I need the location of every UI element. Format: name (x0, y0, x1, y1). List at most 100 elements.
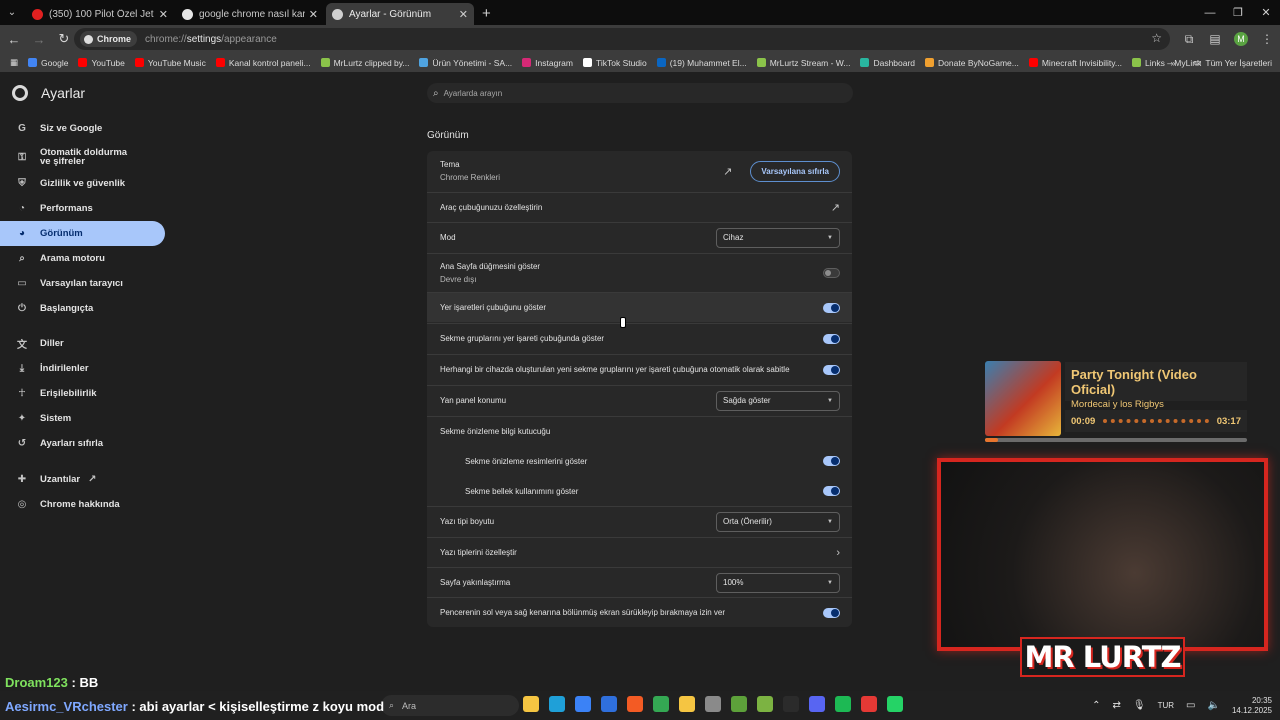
settings-icon[interactable] (705, 696, 721, 712)
sidebar-item-reset[interactable]: ↺ Ayarları sıfırla (0, 431, 165, 456)
minecraft-launcher-icon[interactable] (757, 696, 773, 712)
sidebar-item-you-and-google[interactable]: G Siz ve Google (0, 116, 165, 141)
address-bar[interactable]: Chrome chrome://settings/appearance ☆ (74, 28, 1170, 50)
bookmarks-bar-toggle[interactable] (823, 302, 840, 313)
open-external-icon[interactable]: ↗ (723, 165, 732, 178)
chevron-right-icon[interactable]: » (1171, 58, 1176, 68)
site-info-chip[interactable]: Chrome (80, 31, 138, 47)
sidebar-item-autofill[interactable]: ⚿ Otomatik doldurma ve şifreler (0, 144, 165, 170)
theme-row[interactable]: Tema Chrome Renkleri ↗ Varsayılana sıfır… (427, 151, 852, 191)
file-explorer-icon[interactable] (523, 696, 539, 712)
mail-icon[interactable] (601, 696, 617, 712)
bookmark-item[interactable]: MrLurtz Stream - W... (756, 58, 850, 68)
tab-groups-bookmarks-row[interactable]: Sekme gruplarını yer işareti çubuğunda g… (427, 323, 852, 353)
sidebar-item-on-startup[interactable]: ⏻ Başlangıçta (0, 296, 165, 321)
chevron-up-icon[interactable]: ⌃ (1092, 700, 1100, 711)
sidebar-item-privacy[interactable]: ⛨ Gizlilik ve güvenlik (0, 171, 165, 196)
apps-grid-icon[interactable]: ▦ (10, 57, 18, 68)
youtube-icon[interactable] (861, 696, 877, 712)
language-indicator[interactable]: TUR (1158, 701, 1174, 710)
close-tab-icon[interactable]: ✕ (159, 8, 168, 21)
store-icon[interactable] (575, 696, 591, 712)
tab-preview-images-row[interactable]: Sekme önizleme resimlerini göster (427, 446, 852, 476)
capcut-icon[interactable] (783, 696, 799, 712)
bookmark-star-icon[interactable]: ☆ (1151, 31, 1162, 45)
extensions-icon[interactable]: ⧉ (1176, 32, 1202, 47)
edge-icon[interactable] (549, 696, 565, 712)
tab-memory-row[interactable]: Sekme bellek kullanımını göster (427, 476, 852, 506)
taskbar-search-input[interactable]: ⌕ Ara (381, 695, 519, 716)
minimize-icon[interactable]: — (1196, 7, 1224, 19)
sidebar-item-about[interactable]: ◎ Chrome hakkında (0, 492, 165, 517)
bookmark-item[interactable]: TikTok Studio (582, 58, 647, 68)
auto-pin-toggle[interactable] (823, 364, 840, 375)
brave-icon[interactable] (627, 696, 643, 712)
bookmark-item[interactable]: Ürün Yönetimi - SA... (419, 58, 512, 68)
side-panel-select[interactable]: Sağda göster ▼ (716, 390, 840, 411)
bookmark-item[interactable]: MrLurtz clipped by... (320, 58, 409, 68)
menu-kebab-icon[interactable]: ⋮ (1254, 32, 1280, 46)
close-tab-icon[interactable]: ✕ (309, 8, 318, 21)
bookmark-item[interactable]: Minecraft Invisibility... (1028, 58, 1122, 68)
sidebar-item-extensions[interactable]: ✚ Uzantılar ↗ (0, 467, 165, 492)
all-bookmarks[interactable]: » ▭ Tüm Yer İşaretleri (1171, 57, 1272, 68)
open-external-icon[interactable]: ↗ (831, 201, 840, 214)
browser-tab[interactable]: (350) 100 Pilot Özel Jet İçin Mü ✕ (26, 3, 174, 25)
sidebar-item-system[interactable]: ✦ Sistem (0, 406, 165, 431)
customize-fonts-row[interactable]: Yazı tiplerini özelleştir › (427, 537, 852, 567)
volume-icon[interactable]: 🔈 (1208, 700, 1220, 711)
bookmark-item[interactable]: YouTube Music (134, 58, 206, 68)
avatar[interactable]: M (1234, 32, 1248, 46)
bookmarks-bar-row[interactable]: Yer işaretleri çubuğunu göster (427, 292, 852, 322)
tab-search-chevron-icon[interactable]: ⌄ (0, 0, 24, 25)
browser-tab-active[interactable]: Ayarlar - Görünüm ✕ (326, 3, 474, 25)
folder-icon[interactable] (679, 696, 695, 712)
bookmark-item[interactable]: YouTube (78, 58, 125, 68)
bookmark-item[interactable]: Donate ByNoGame... (925, 58, 1019, 68)
reset-theme-button[interactable]: Varsayılana sıfırla (750, 160, 840, 182)
sidebar-item-downloads[interactable]: ⤓ İndirilenler (0, 356, 165, 381)
font-size-select[interactable]: Orta (Önerilir) ▼ (716, 511, 840, 532)
bookmark-item[interactable]: (19) Muhammet El... (656, 58, 747, 68)
sidebar-item-search-engine[interactable]: ⌕ Arama motoru (0, 246, 165, 271)
minecraft-icon[interactable] (731, 696, 747, 712)
close-window-icon[interactable]: ✕ (1252, 6, 1280, 19)
back-icon[interactable]: ← (3, 32, 25, 47)
settings-search-input[interactable]: ⌕ Ayarlarda arayın (427, 83, 853, 103)
reload-icon[interactable]: ↻ (53, 31, 75, 47)
sidebar-item-appearance[interactable]: ◕ Görünüm (0, 221, 165, 246)
sync-icon[interactable]: ⇄ (1113, 700, 1121, 711)
network-icon[interactable]: ▭ (1186, 700, 1195, 711)
bookmark-item[interactable]: Kanal kontrol paneli... (215, 58, 311, 68)
close-tab-icon[interactable]: ✕ (459, 8, 468, 21)
forward-icon[interactable]: → (28, 32, 50, 47)
sidebar-item-languages[interactable]: 文 Diller (0, 331, 165, 356)
home-button-row[interactable]: Ana Sayfa düğmesini göster Devre dışı (427, 253, 852, 291)
sidepanel-icon[interactable]: ▤ (1202, 32, 1228, 46)
clock[interactable]: 20:35 14.12.2025 (1232, 696, 1272, 716)
chrome-icon[interactable] (653, 696, 669, 712)
new-tab-icon[interactable]: + (482, 5, 491, 22)
home-button-toggle[interactable] (823, 267, 840, 278)
browser-tab[interactable]: google chrome nasıl kara mod ✕ (176, 3, 324, 25)
mode-select[interactable]: Cihaz ▼ (716, 227, 840, 248)
page-zoom-select[interactable]: 100% ▼ (716, 572, 840, 593)
bookmark-item[interactable]: Google (28, 58, 68, 68)
whatsapp-icon[interactable] (887, 696, 903, 712)
sidebar-item-accessibility[interactable]: ☥ Erişilebilirlik (0, 381, 165, 406)
microphone-icon[interactable]: 🎙 (1133, 700, 1146, 711)
spotify-icon[interactable] (835, 696, 851, 712)
bookmark-item[interactable]: Instagram (522, 58, 573, 68)
url-text[interactable]: chrome://settings/appearance (145, 34, 277, 45)
sidebar-item-default-browser[interactable]: ▭ Varsayılan tarayıcı (0, 271, 165, 296)
auto-pin-tab-groups-row[interactable]: Herhangi bir cihazda oluşturulan yeni se… (427, 354, 852, 384)
split-screen-row[interactable]: Pencerenin sol veya sağ kenarına bölünmü… (427, 597, 852, 627)
restore-icon[interactable]: ❐ (1224, 6, 1252, 19)
discord-icon[interactable] (809, 696, 825, 712)
sidebar-item-performance[interactable]: ◔ Performans (0, 196, 165, 221)
tab-groups-toggle[interactable] (823, 333, 840, 344)
bookmark-item[interactable]: Dashboard (860, 58, 915, 68)
tab-memory-toggle[interactable] (823, 486, 840, 496)
tab-preview-images-toggle[interactable] (823, 456, 840, 466)
customize-toolbar-row[interactable]: Araç çubuğunuzu özelleştirin ↗ (427, 192, 852, 221)
